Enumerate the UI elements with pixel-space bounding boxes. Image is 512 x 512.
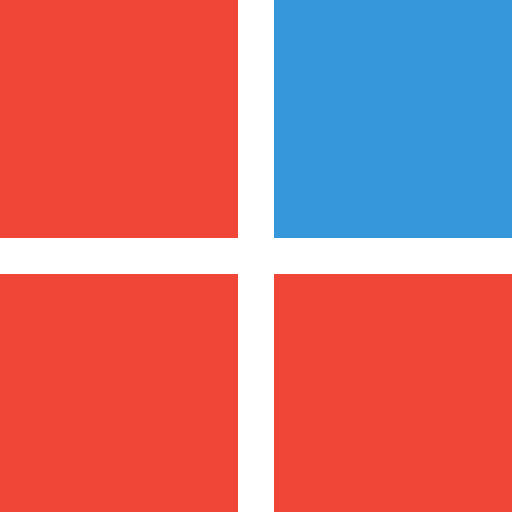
tile-top-left: [0, 0, 238, 238]
tile-bottom-right: [274, 274, 512, 512]
tile-grid: [0, 0, 512, 512]
tile-bottom-left: [0, 274, 238, 512]
tile-top-right: [274, 0, 512, 238]
